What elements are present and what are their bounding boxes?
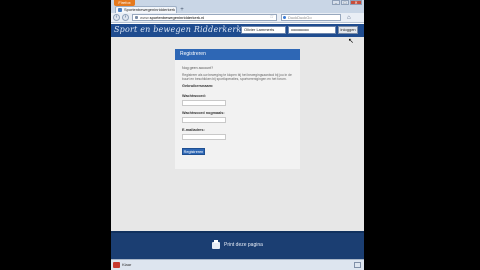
password-label: Wachtwoord:	[182, 94, 206, 98]
login-username-input[interactable]: Olivier Lammerts	[241, 26, 286, 34]
register-panel: Registreren Nog geen account? Registreer…	[175, 49, 300, 169]
navigation-bar: ‹ › www.sportenbewegeninridderkerk.nl ☆ …	[111, 13, 364, 23]
bookmark-star-icon[interactable]: ☆	[270, 15, 274, 20]
window-controls: – □ ✕	[332, 0, 362, 5]
status-text: Klaar	[122, 262, 132, 267]
maximize-button[interactable]: □	[341, 0, 349, 5]
addon-icon[interactable]	[113, 262, 120, 268]
username-label: Gebruikersnaam:	[182, 84, 214, 88]
register-button[interactable]: Registreren	[182, 148, 205, 155]
email-label: E-mailadres:	[182, 128, 205, 132]
register-heading: Registreren	[175, 49, 300, 60]
register-description: Registreer als uw beweging te klopen bij…	[182, 73, 292, 81]
url-host: sportenbewegeninridderkerk.nl	[149, 15, 205, 20]
back-arrow-icon[interactable]: ‹	[113, 14, 120, 21]
search-engine-icon	[283, 16, 286, 19]
tab-title: Sportenbewegeninridderkerk	[124, 7, 176, 12]
resize-grip-icon[interactable]	[354, 262, 361, 268]
printer-icon[interactable]	[212, 240, 220, 249]
login-password-input[interactable]: ••••••••••••••••	[288, 26, 336, 34]
site-footer: Print deze pagina	[111, 231, 364, 259]
site-title[interactable]: Sport en bewegen Ridderkerk	[114, 25, 241, 35]
status-bar: Klaar	[111, 259, 364, 270]
password-repeat-label: Wachtwoord nogmaals:	[182, 111, 225, 115]
search-placeholder: DuckDuckGo	[288, 15, 312, 20]
close-button[interactable]: ✕	[350, 0, 362, 5]
site-identity-icon	[135, 16, 138, 19]
register-intro: Nog geen account?	[182, 66, 214, 70]
search-bar[interactable]: DuckDuckGo	[281, 14, 341, 21]
site-header: Sport en bewegen Ridderkerk Olivier Lamm…	[111, 24, 364, 37]
favicon-icon	[118, 8, 122, 12]
register-form: Nog geen account? Registreer als uw bewe…	[175, 60, 300, 164]
page-content: ↖ Registreren Nog geen account? Registre…	[111, 37, 364, 231]
url-prefix: www.	[140, 15, 150, 20]
print-page-link[interactable]: Print deze pagina	[224, 242, 263, 249]
password-field[interactable]	[182, 100, 226, 106]
address-bar[interactable]: www.sportenbewegeninridderkerk.nl ☆	[132, 14, 277, 21]
password-repeat-field[interactable]	[182, 117, 226, 123]
forward-arrow-icon[interactable]: ›	[122, 14, 129, 21]
home-icon[interactable]: ⌂	[347, 15, 351, 21]
mouse-cursor-icon: ↖	[348, 38, 354, 45]
title-bar: Firefox Sportenbewegeninridderkerk + – □…	[111, 0, 364, 13]
login-button[interactable]: Inloggen	[338, 26, 358, 34]
tab-active[interactable]: Sportenbewegeninridderkerk	[115, 6, 177, 13]
browser-window: Firefox Sportenbewegeninridderkerk + – □…	[111, 0, 364, 270]
minimize-button[interactable]: –	[332, 0, 340, 5]
email-field[interactable]	[182, 134, 226, 140]
